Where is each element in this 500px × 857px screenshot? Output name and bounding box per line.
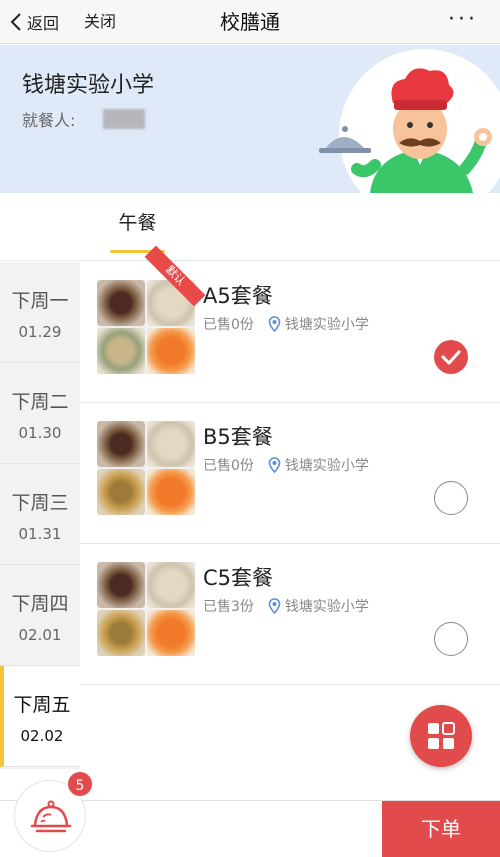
meal-location: 钱塘实验小学 bbox=[268, 314, 369, 334]
map-pin-icon bbox=[268, 598, 281, 614]
day-date: 01.31 bbox=[18, 525, 62, 543]
meal-item[interactable]: 默认 A5套餐 已售0份 钱塘实验小学 bbox=[80, 245, 500, 403]
location-label: 钱塘实验小学 bbox=[284, 458, 369, 474]
location-label: 钱塘实验小学 bbox=[284, 599, 369, 615]
grid-menu-button[interactable] bbox=[410, 705, 472, 767]
day-date: 02.02 bbox=[20, 727, 64, 745]
day-name: 下周三 bbox=[11, 492, 69, 514]
nav-bar: 返回 关闭 校膳通 ··· bbox=[0, 0, 500, 44]
day-date: 01.30 bbox=[18, 424, 62, 442]
sidebar-item-day[interactable]: 下周一 01.29 bbox=[0, 262, 80, 363]
meal-meta: 已售0份 钱塘实验小学 bbox=[203, 314, 369, 334]
day-name: 下周二 bbox=[11, 391, 69, 413]
check-icon bbox=[441, 350, 461, 365]
location-label: 钱塘实验小学 bbox=[284, 317, 369, 333]
back-label: 返回 bbox=[27, 14, 60, 33]
meal-item[interactable]: B5套餐 已售0份 钱塘实验小学 bbox=[80, 403, 500, 544]
sold-count: 已售0份 bbox=[203, 458, 254, 474]
day-name: 下周四 bbox=[11, 593, 69, 615]
diner-label: 就餐人: bbox=[22, 111, 76, 130]
meal-title: B5套餐 bbox=[203, 425, 273, 449]
day-date: 02.01 bbox=[18, 626, 62, 644]
meal-meta: 已售3份 钱塘实验小学 bbox=[203, 596, 369, 616]
school-banner: 钱塘实验小学 就餐人: bbox=[0, 45, 500, 193]
place-order-button[interactable]: 下单 bbox=[382, 801, 500, 857]
map-pin-icon bbox=[268, 316, 281, 332]
meal-photo bbox=[97, 562, 195, 656]
meal-title: C5套餐 bbox=[203, 566, 274, 590]
cart-count-badge: 5 bbox=[66, 770, 94, 798]
select-checkbox[interactable] bbox=[434, 481, 468, 515]
food-cloche-icon bbox=[30, 800, 72, 833]
map-pin-icon bbox=[268, 457, 281, 473]
day-name: 下周五 bbox=[13, 694, 71, 716]
page-title: 校膳通 bbox=[220, 10, 280, 34]
sidebar-item-day-active[interactable]: 下周五 02.02 bbox=[0, 666, 80, 767]
meal-photo bbox=[97, 421, 195, 515]
chevron-left-icon bbox=[10, 13, 21, 31]
day-name: 下周一 bbox=[11, 290, 69, 312]
meal-meta: 已售0份 钱塘实验小学 bbox=[203, 455, 369, 475]
meal-location: 钱塘实验小学 bbox=[268, 455, 369, 475]
meal-item[interactable]: C5套餐 已售3份 钱塘实验小学 bbox=[80, 544, 500, 685]
back-button[interactable]: 返回 bbox=[10, 0, 59, 44]
meal-title: A5套餐 bbox=[203, 284, 273, 308]
chef-illustration bbox=[319, 49, 500, 193]
meal-photo bbox=[97, 280, 195, 374]
day-date: 01.29 bbox=[18, 323, 62, 341]
sidebar-item-day[interactable]: 下周四 02.01 bbox=[0, 565, 80, 666]
bottom-bar: 下单 bbox=[0, 780, 500, 857]
meal-list: 默认 A5套餐 已售0份 钱塘实验小学 B5套餐 已售0份 钱塘实验小学 C5套… bbox=[80, 245, 500, 769]
sidebar-item-day[interactable]: 下周二 01.30 bbox=[0, 363, 80, 464]
more-dots-icon[interactable]: ··· bbox=[448, 0, 478, 44]
school-name: 钱塘实验小学 bbox=[22, 73, 155, 98]
select-checkbox-checked[interactable] bbox=[434, 340, 468, 374]
diner-name-redacted bbox=[103, 109, 146, 129]
meal-location: 钱塘实验小学 bbox=[268, 596, 369, 616]
sidebar-item-day[interactable]: 下周三 01.31 bbox=[0, 464, 80, 565]
grid-icon bbox=[428, 722, 455, 749]
close-button[interactable]: 关闭 bbox=[84, 0, 116, 44]
day-sidebar: 下周一 01.29 下周二 01.30 下周三 01.31 下周四 02.01 … bbox=[0, 262, 80, 769]
meal-tabs: 午餐 bbox=[0, 193, 500, 261]
sold-count: 已售3份 bbox=[203, 599, 254, 615]
diner-row: 就餐人: bbox=[22, 107, 146, 131]
sold-count: 已售0份 bbox=[203, 317, 254, 333]
select-checkbox[interactable] bbox=[434, 622, 468, 656]
